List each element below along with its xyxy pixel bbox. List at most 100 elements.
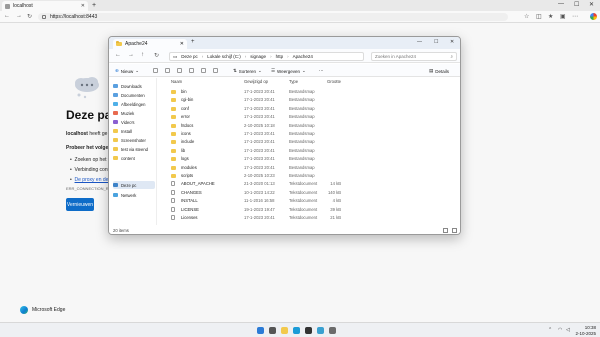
minimize-button[interactable]: — xyxy=(417,39,422,45)
split-screen-icon[interactable]: ◫ xyxy=(536,13,542,20)
column-header-modified[interactable]: Gewijzigd op xyxy=(244,79,268,84)
table-row[interactable]: INSTALL 11-1-2016 16:58 Tekstdocument 4 kB xyxy=(159,197,459,205)
breadcrumb-item[interactable]: http xyxy=(276,54,284,59)
new-tab-button[interactable]: + xyxy=(191,39,195,45)
column-header-type[interactable]: Type xyxy=(289,79,298,84)
explorer-tab[interactable]: Apache24 ✕ xyxy=(113,39,187,49)
nav-item-videos[interactable]: Video's xyxy=(113,118,155,126)
cell-name: lib xyxy=(181,147,186,153)
favorites-icon[interactable]: ★ xyxy=(548,13,553,20)
refresh-icon[interactable]: ↻ xyxy=(27,13,32,20)
table-row[interactable]: icons 17-1-2023 20:41 Bestandsmap xyxy=(159,130,459,138)
delete-icon[interactable] xyxy=(213,68,218,73)
table-row[interactable]: Licenses 17-1-2023 20:41 Tekstdocument 21 k… xyxy=(159,214,459,222)
details-view-icon[interactable] xyxy=(443,228,448,233)
nav-item-this-pc[interactable]: Deze pc xyxy=(113,181,155,189)
more-icon[interactable]: ⋯ xyxy=(319,68,324,74)
table-row[interactable]: ABOUT_APACHE 21-3-2020 01:13 Tekstdocument… xyxy=(159,180,459,188)
cell-name: Licenses xyxy=(181,215,198,220)
table-row[interactable]: error 17-1-2023 20:41 Bestandsmap xyxy=(159,113,459,121)
close-window-button[interactable]: ✕ xyxy=(589,1,594,8)
back-icon[interactable]: ← xyxy=(4,13,10,19)
copy-icon[interactable] xyxy=(165,68,170,73)
forward-icon[interactable]: → xyxy=(128,52,134,58)
terminal-icon[interactable] xyxy=(305,327,312,334)
chevron-up-icon[interactable]: ⌃ xyxy=(548,327,552,333)
table-row[interactable]: lib 17-1-2023 20:41 Bestandsmap xyxy=(159,147,459,155)
tiles-view-icon[interactable] xyxy=(452,228,457,233)
new-button[interactable]: ⊕ Nieuw ⌄ xyxy=(115,68,139,74)
maximize-button[interactable]: ☐ xyxy=(434,39,438,45)
table-row[interactable]: modules 17-1-2023 20:41 Bestandsmap xyxy=(159,164,459,172)
details-button[interactable]: ▤ Details xyxy=(429,68,449,74)
nav-item-install[interactable]: Install xyxy=(113,127,155,135)
column-header-name[interactable]: Naam xyxy=(171,79,182,84)
disconnected-cloud-icon xyxy=(75,77,99,99)
more-icon[interactable]: ⋯ xyxy=(572,13,578,20)
store-icon[interactable] xyxy=(329,327,336,334)
command-bar: ⊕ Nieuw ⌄ ⇅ Sorteren ⌄ ☰ Weergeven ⌄ ⋯ ▤… xyxy=(109,64,460,77)
breadcrumb-item[interactable]: Deze pc xyxy=(181,54,198,59)
refresh-button[interactable]: Vernieuwen xyxy=(66,198,94,211)
refresh-icon[interactable]: ↻ xyxy=(154,52,159,59)
table-row[interactable]: htdocs 2-10-2025 10:18 Bestandsmap xyxy=(159,122,459,130)
nav-item-test[interactable]: test via steend xyxy=(113,145,155,153)
share-icon[interactable] xyxy=(201,68,206,73)
back-icon[interactable]: ← xyxy=(115,52,121,58)
browser-tab-title: localhost xyxy=(13,3,33,9)
table-row[interactable]: cgi-bin 17-1-2023 20:41 Bestandsmap xyxy=(159,96,459,104)
table-row[interactable]: conf 17-1-2023 20:41 Bestandsmap xyxy=(159,105,459,113)
explorer-addressbar: ← → ↑ ↻ ▭ Deze pc › Lokale schijf (C:) ›… xyxy=(109,49,460,63)
forward-icon[interactable]: → xyxy=(16,13,22,19)
view-button[interactable]: ☰ Weergeven ⌄ xyxy=(271,68,306,74)
wifi-icon[interactable]: ◠ xyxy=(558,327,562,333)
table-row[interactable]: LICENSE 19-1-2023 19:47 Tekstdocument 39 kB xyxy=(159,206,459,214)
sort-button[interactable]: ⇅ Sorteren ⌄ xyxy=(233,68,262,74)
favorites-star-icon[interactable]: ☆ xyxy=(524,13,529,20)
file-explorer-icon[interactable] xyxy=(281,327,288,334)
table-row[interactable]: scripts 2-10-2025 10:23 Bestandsmap xyxy=(159,172,459,180)
close-window-button[interactable]: ✕ xyxy=(450,39,454,45)
cell-date: 17-1-2023 20:41 xyxy=(244,215,275,220)
table-row[interactable]: logs 17-1-2023 20:41 Bestandsmap xyxy=(159,155,459,163)
start-icon[interactable] xyxy=(257,327,264,334)
edge-icon[interactable] xyxy=(293,327,300,334)
nav-item-downloads[interactable]: Downloads xyxy=(113,82,155,90)
cut-icon[interactable] xyxy=(153,68,158,73)
browser-tab[interactable]: localhost ✕ xyxy=(2,1,88,11)
volume-icon[interactable]: ◁ xyxy=(566,327,570,333)
table-row[interactable]: bin 17-1-2023 20:41 Bestandsmap xyxy=(159,88,459,96)
paste-icon[interactable] xyxy=(177,68,182,73)
notepad-icon[interactable] xyxy=(317,327,324,334)
new-tab-button[interactable]: + xyxy=(92,2,96,9)
breadcrumb[interactable]: ▭ Deze pc › Lokale schijf (C:) › signage… xyxy=(169,52,364,61)
address-bar[interactable]: https://localhost:8443 xyxy=(38,13,508,21)
close-tab-icon[interactable]: ✕ xyxy=(81,3,85,9)
column-header-size[interactable]: Grootte xyxy=(327,79,341,84)
collections-icon[interactable]: ▣ xyxy=(560,13,566,20)
nav-item-pictures[interactable]: Afbeeldingen xyxy=(113,100,155,108)
search-icon[interactable] xyxy=(269,327,276,334)
breadcrumb-item[interactable]: Apache24 xyxy=(293,54,313,59)
table-row[interactable]: CHANGES 10-1-2023 14:22 Tekstdocument 140 k… xyxy=(159,189,459,197)
breadcrumb-item[interactable]: Lokale schijf (C:) xyxy=(207,54,241,59)
table-row[interactable]: include 17-1-2023 20:41 Bestandsmap xyxy=(159,138,459,146)
minimize-button[interactable]: — xyxy=(558,1,564,7)
nav-item-screenshoter[interactable]: Screenshoter xyxy=(113,136,155,144)
nav-item-network[interactable]: Netwerk xyxy=(113,191,155,199)
copilot-icon[interactable] xyxy=(590,13,597,20)
cell-type: Bestandsmap xyxy=(289,156,315,162)
close-tab-icon[interactable]: ✕ xyxy=(180,41,184,47)
up-icon[interactable]: ↑ xyxy=(141,52,144,58)
cell-name: bin xyxy=(181,89,187,94)
maximize-button[interactable]: ☐ xyxy=(574,1,579,8)
nav-item-content[interactable]: content xyxy=(113,154,155,162)
nav-item-documents[interactable]: Documenten xyxy=(113,91,155,99)
breadcrumb-item[interactable]: signage xyxy=(250,54,266,59)
clock[interactable]: 10:38 2-10-2025 xyxy=(575,325,596,336)
search-input[interactable]: Zoeken in Apache24 ⌕ xyxy=(371,52,457,61)
breadcrumb-separator: › xyxy=(270,54,272,59)
proxy-firewall-link[interactable]: De proxy en de fi xyxy=(75,177,113,183)
nav-item-music[interactable]: Muziek xyxy=(113,109,155,117)
rename-icon[interactable] xyxy=(189,68,194,73)
